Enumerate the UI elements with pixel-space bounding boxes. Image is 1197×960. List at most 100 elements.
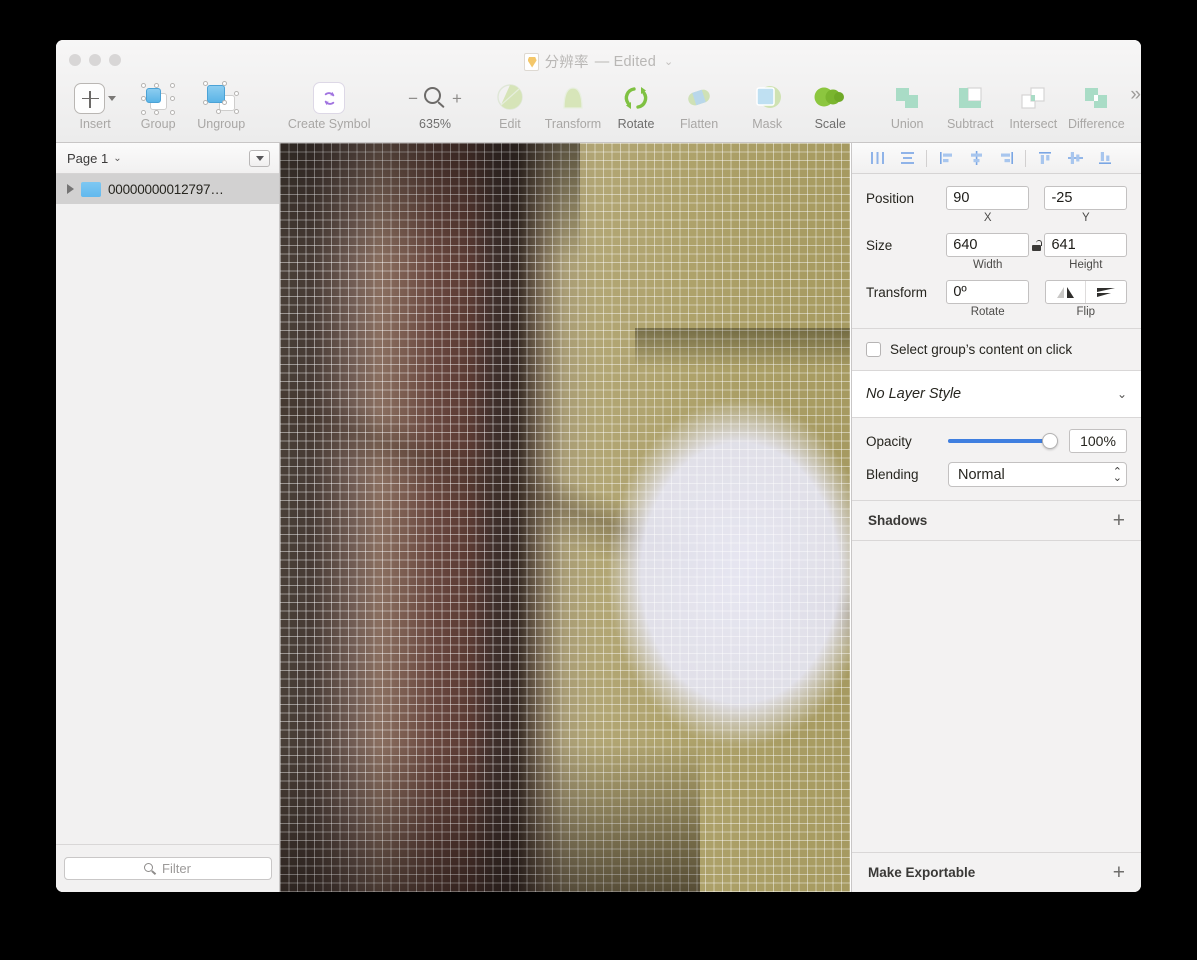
magnifier-icon[interactable] bbox=[424, 87, 446, 109]
chevron-down-icon[interactable]: ⌄ bbox=[664, 55, 673, 68]
transform-row: Transform 0º bbox=[852, 280, 1141, 304]
zoom-out-button[interactable]: − bbox=[408, 90, 418, 107]
make-exportable-section: Make Exportable + bbox=[852, 852, 1141, 892]
size-height-input[interactable]: 641 bbox=[1044, 233, 1127, 257]
canvas-area[interactable] bbox=[280, 143, 851, 892]
add-export-button[interactable]: + bbox=[1113, 862, 1125, 883]
size-sublabels: Width Height bbox=[852, 259, 1141, 271]
chevron-down-icon[interactable]: ⌄ bbox=[1117, 387, 1127, 401]
make-exportable-header: Make Exportable + bbox=[852, 853, 1141, 892]
make-exportable-label: Make Exportable bbox=[868, 865, 976, 880]
position-y-sublabel: Y bbox=[1081, 212, 1090, 224]
divider bbox=[926, 149, 927, 167]
position-row: Position 90 -25 bbox=[852, 186, 1141, 210]
select-group-content-row[interactable]: Select group’s content on click bbox=[852, 329, 1141, 370]
toolbar-intersect[interactable]: Intersect bbox=[1004, 76, 1062, 131]
page-selector[interactable]: Page 1 ⌄ bbox=[67, 151, 122, 166]
layers-sidebar: Page 1 ⌄ 00000000012797… Filter bbox=[56, 143, 280, 892]
select-group-checkbox[interactable] bbox=[866, 342, 881, 357]
search-input[interactable]: Filter bbox=[63, 857, 272, 880]
distribute-horizontally-icon[interactable] bbox=[862, 146, 892, 170]
divider bbox=[1025, 149, 1026, 167]
search-placeholder: Filter bbox=[162, 861, 191, 876]
toolbar-group[interactable]: Group bbox=[129, 76, 187, 131]
position-x-input[interactable]: 90 bbox=[946, 186, 1029, 210]
photo-shadow-top bbox=[280, 143, 580, 263]
layer-name-label: 00000000012797… bbox=[108, 181, 224, 197]
toolbar-scale-label: Scale bbox=[814, 117, 846, 131]
toolbar-rotate-label: Rotate bbox=[617, 117, 655, 131]
rotate-sublabel: Rotate bbox=[970, 306, 1005, 318]
align-top-icon[interactable] bbox=[1030, 146, 1060, 170]
toolbar-create-symbol[interactable]: Create Symbol bbox=[269, 76, 389, 131]
align-bottom-icon[interactable] bbox=[1090, 146, 1120, 170]
shadows-section: Shadows + bbox=[852, 501, 1141, 541]
toolbar-subtract[interactable]: Subtract bbox=[941, 76, 999, 131]
align-right-icon[interactable] bbox=[991, 146, 1021, 170]
opacity-slider[interactable] bbox=[948, 429, 1058, 453]
select-group-section: Select group’s content on click bbox=[852, 329, 1141, 371]
flip-horizontal-icon[interactable] bbox=[1046, 281, 1087, 303]
flip-vertical-icon[interactable] bbox=[1086, 281, 1126, 303]
symbol-refresh-glyph bbox=[324, 91, 334, 105]
distribute-vertically-icon[interactable] bbox=[892, 146, 922, 170]
opacity-value-input[interactable]: 100% bbox=[1069, 429, 1127, 453]
blending-row: Blending Normal ⌃ ⌄ bbox=[852, 453, 1141, 500]
toolbar-difference[interactable]: Difference bbox=[1067, 76, 1125, 131]
plus-icon[interactable] bbox=[74, 82, 106, 114]
photo-shadow-bottom bbox=[280, 742, 700, 892]
position-x-sublabel: X bbox=[983, 212, 992, 224]
position-y-input[interactable]: -25 bbox=[1044, 186, 1127, 210]
toolbar-insert[interactable]: Insert bbox=[66, 76, 124, 131]
toolbar-subtract-label: Subtract bbox=[946, 117, 994, 131]
toolbar-mask[interactable]: Mask bbox=[738, 76, 796, 131]
size-width-input[interactable]: 640 bbox=[946, 233, 1029, 257]
add-shadow-button[interactable]: + bbox=[1113, 510, 1125, 531]
rotate-input[interactable]: 0º bbox=[946, 280, 1029, 304]
transform-label: Transform bbox=[866, 284, 928, 300]
align-center-icon[interactable] bbox=[961, 146, 991, 170]
proportion-unlock-icon[interactable] bbox=[1029, 239, 1045, 251]
flip-buttons[interactable] bbox=[1044, 280, 1127, 304]
folder-icon bbox=[81, 181, 101, 197]
list-item[interactable]: 00000000012797… bbox=[56, 174, 279, 204]
layer-list[interactable]: 00000000012797… bbox=[56, 174, 279, 844]
disclosure-triangle-icon[interactable] bbox=[67, 184, 74, 194]
toolbar-edit[interactable]: Edit bbox=[481, 76, 539, 131]
align-left-icon[interactable] bbox=[931, 146, 961, 170]
document-edited-state: — Edited bbox=[594, 53, 656, 70]
flatten-icon bbox=[688, 89, 710, 106]
size-label: Size bbox=[866, 237, 893, 253]
shadows-label: Shadows bbox=[868, 513, 928, 528]
scale-icon bbox=[814, 87, 845, 107]
transform-sublabels: Rotate Flip bbox=[852, 306, 1141, 328]
intersect-icon bbox=[1021, 87, 1045, 109]
toolbar-union[interactable]: Union bbox=[878, 76, 936, 131]
zoom-in-button[interactable]: + bbox=[452, 90, 462, 107]
page-name-label: Page 1 bbox=[67, 150, 109, 166]
toolbar-flatten[interactable]: Flatten bbox=[670, 76, 728, 131]
window-body: Page 1 ⌄ 00000000012797… Filter Position… bbox=[56, 143, 1141, 892]
toolbar-flatten-label: Flatten bbox=[679, 117, 719, 131]
chevron-down-icon[interactable]: ⌄ bbox=[113, 153, 121, 164]
toolbar-ungroup[interactable]: Ungroup bbox=[192, 76, 250, 131]
toolbar-zoom-control[interactable]: − + 635% bbox=[408, 76, 462, 131]
zoomed-pixelated-photo[interactable] bbox=[280, 143, 850, 892]
toolbar-transform[interactable]: Transform bbox=[544, 76, 602, 131]
toolbar-overflow-button[interactable]: » bbox=[1130, 76, 1141, 106]
group-icon bbox=[139, 81, 177, 115]
align-middle-icon[interactable] bbox=[1060, 146, 1090, 170]
layer-style-dropdown[interactable]: No Layer Style ⌄ bbox=[852, 371, 1141, 417]
union-icon bbox=[896, 88, 919, 108]
toolbar-rotate[interactable]: Rotate bbox=[607, 76, 665, 131]
slider-knob[interactable] bbox=[1042, 433, 1058, 449]
toolbar-edit-label: Edit bbox=[499, 117, 521, 131]
subtract-icon bbox=[959, 87, 982, 108]
page-options-icon[interactable] bbox=[249, 149, 270, 167]
stepper-icon[interactable]: ⌃ ⌄ bbox=[1113, 466, 1122, 483]
blending-select[interactable]: Normal ⌃ ⌄ bbox=[948, 462, 1127, 487]
toolbar-insert-label: Insert bbox=[79, 117, 111, 131]
toolbar-scale[interactable]: Scale bbox=[801, 76, 859, 131]
mask-icon bbox=[756, 86, 782, 108]
chevron-down-icon[interactable] bbox=[108, 95, 117, 101]
